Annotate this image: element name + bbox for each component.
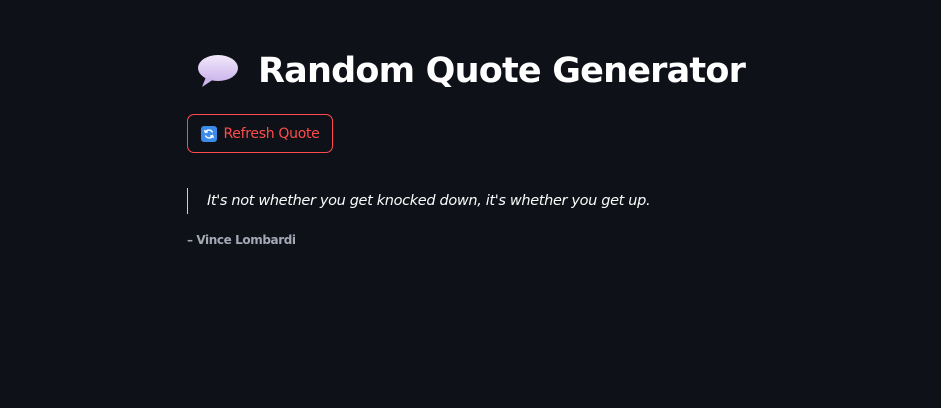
quote-blockquote: It's not whether you get knocked down, i… xyxy=(187,188,651,214)
quote-text: It's not whether you get knocked down, i… xyxy=(207,193,651,209)
title-row: Random Quote Generator xyxy=(196,46,746,96)
refresh-quote-label: Refresh Quote xyxy=(223,125,320,142)
quote-author: – Vince Lombardi xyxy=(187,233,296,247)
speech-balloon-icon xyxy=(196,51,240,91)
refresh-quote-button[interactable]: Refresh Quote xyxy=(187,114,333,153)
app-container: Random Quote Generator Refresh Quote It'… xyxy=(0,0,941,408)
page-title: Random Quote Generator xyxy=(258,51,746,91)
refresh-icon xyxy=(200,125,217,142)
